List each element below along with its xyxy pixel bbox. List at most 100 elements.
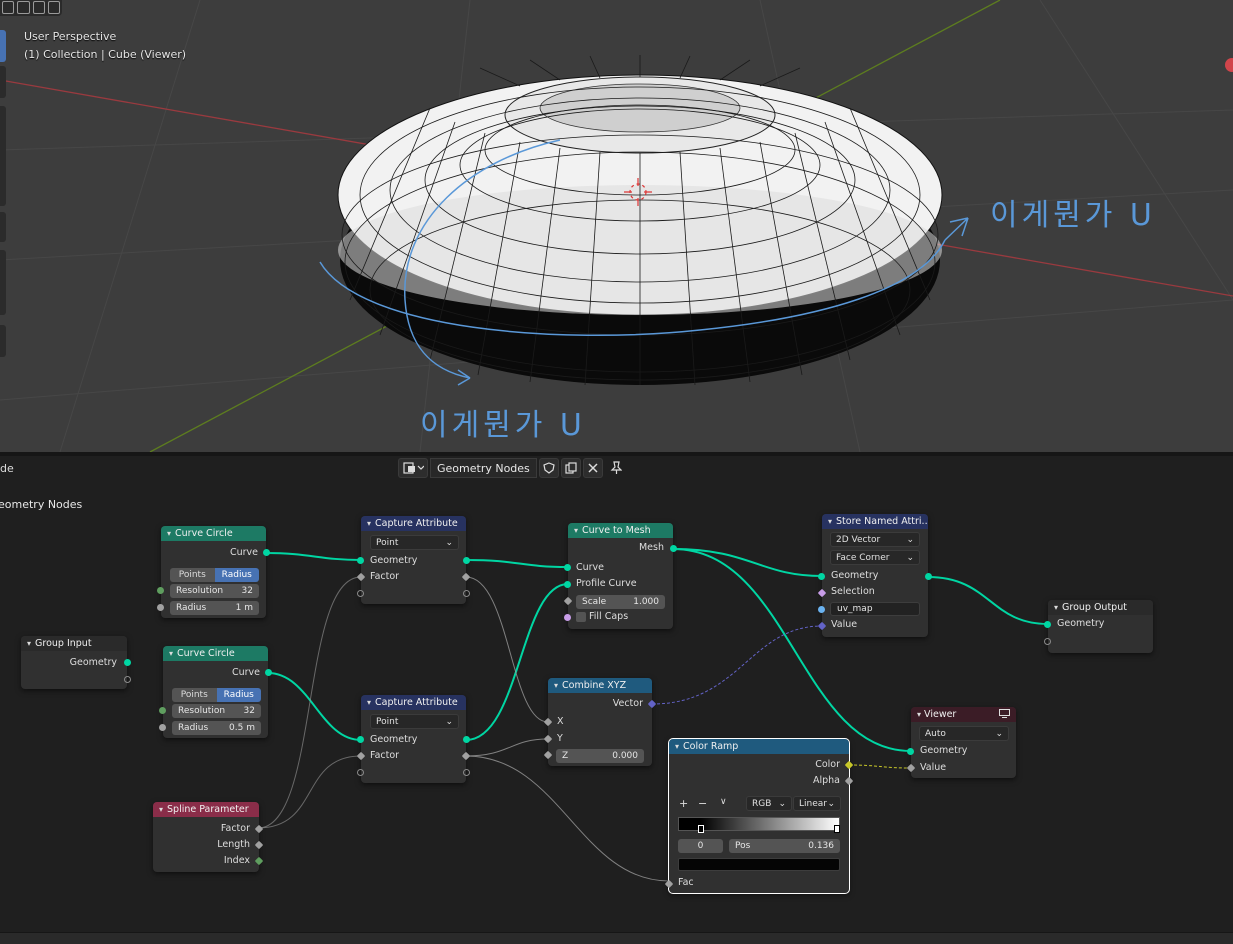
node-header[interactable]: ▾ Curve Circle (163, 646, 268, 661)
left-tool-tab[interactable] (0, 325, 6, 357)
output-socket-geometry[interactable] (463, 736, 470, 743)
node-spline-parameter[interactable]: ▾ Spline Parameter Factor Length Index (153, 802, 264, 872)
node-capture-attribute[interactable]: ▾ Capture Attribute Point ⌄ Geometry Facto… (356, 695, 471, 783)
mode-toggle[interactable]: Points Radius (170, 568, 259, 582)
output-socket-geometry[interactable] (925, 573, 932, 580)
domain-dropdown[interactable]: Face Corner ⌄ (830, 550, 920, 565)
z-field[interactable]: Z 0.000 (556, 749, 644, 763)
3d-viewport[interactable]: User Perspective (1) Collection | Cube (… (0, 0, 1233, 452)
node-title: Capture Attribute (375, 518, 458, 529)
mode-radius-button[interactable]: Radius (216, 688, 261, 702)
node-header[interactable]: ▾ Spline Parameter (153, 802, 259, 817)
mode-toggle[interactable]: Points Radius (172, 688, 261, 702)
input-socket-resolution[interactable] (159, 707, 166, 714)
node-color-ramp[interactable]: ▾ Color Ramp Color Alpha + − ∨ RGB ⌄ Linea… (664, 738, 854, 894)
input-socket-profile-curve[interactable] (564, 581, 571, 588)
input-socket-resolution[interactable] (157, 587, 164, 594)
ramp-stop-black[interactable] (698, 825, 704, 833)
node-header[interactable]: ▾ Viewer (911, 707, 1016, 722)
fill-caps-checkbox[interactable] (576, 612, 586, 622)
node-group-output[interactable]: ▾ Group Output Geometry (1044, 600, 1153, 653)
input-socket-name[interactable] (818, 606, 825, 613)
node-curve-to-mesh[interactable]: ▾ Curve to Mesh Mesh Curve Profile Curve … (563, 523, 677, 629)
node-capture-attribute[interactable]: ▾ Capture Attribute Point ⌄ Geometry Facto… (356, 516, 471, 604)
input-socket-radius[interactable] (157, 604, 164, 611)
viewport-toolbar[interactable] (0, 0, 62, 16)
domain-dropdown[interactable]: Point ⌄ (370, 714, 459, 729)
data-type-dropdown[interactable]: 2D Vector ⌄ (830, 532, 920, 547)
node-group-input[interactable]: ▾ Group Input Geometry (21, 636, 131, 689)
resolution-field[interactable]: Resolution 32 (172, 704, 261, 718)
mode-points-button[interactable]: Points (170, 568, 215, 582)
fill-caps-label: Fill Caps (589, 611, 629, 622)
input-socket-fill-caps[interactable] (564, 614, 571, 621)
node-header[interactable]: ▾ Curve to Mesh (568, 523, 673, 538)
input-socket-empty[interactable] (357, 769, 364, 776)
resolution-field[interactable]: Resolution 32 (170, 584, 259, 598)
node-header[interactable]: ▾ Combine XYZ (548, 678, 652, 693)
input-socket-empty[interactable] (357, 590, 364, 597)
node-curve-circle[interactable]: ▾ Curve Circle Curve Points Radius Resolu… (159, 646, 272, 738)
left-tool-tab-active[interactable] (0, 30, 6, 62)
input-socket-curve[interactable] (564, 564, 571, 571)
shield-icon[interactable] (538, 458, 559, 478)
input-socket-geometry[interactable] (1044, 621, 1051, 628)
node-header[interactable]: ▾ Color Ramp (669, 739, 849, 754)
add-stop-button[interactable]: + (679, 797, 688, 810)
node-combine-xyz[interactable]: ▾ Combine XYZ Vector X Y Z 0.000 (543, 678, 657, 766)
input-socket-geometry[interactable] (818, 573, 825, 580)
node-header[interactable]: ▾ Store Named Attri... (822, 514, 928, 529)
navigation-gizmo-x[interactable] (1225, 58, 1233, 72)
mode-radius-button[interactable]: Radius (214, 568, 259, 582)
input-value-label: Value (831, 619, 858, 630)
left-tool-tab[interactable] (0, 66, 6, 98)
input-socket-radius[interactable] (159, 724, 166, 731)
input-socket-geometry[interactable] (357, 736, 364, 743)
output-socket-empty[interactable] (463, 590, 470, 597)
pin-icon[interactable] (605, 458, 627, 478)
node-tree-name[interactable]: Geometry Nodes (430, 458, 537, 478)
radius-field[interactable]: Radius 0.5 m (172, 721, 261, 735)
output-socket-curve[interactable] (263, 549, 270, 556)
remove-stop-button[interactable]: − (698, 797, 707, 810)
attribute-name-field[interactable]: uv_map (830, 602, 920, 616)
output-socket-empty[interactable] (463, 769, 470, 776)
copy-icon[interactable] (560, 458, 581, 478)
mode-points-button[interactable]: Points (172, 688, 217, 702)
ramp-stop-white[interactable] (834, 825, 840, 833)
left-tool-tab[interactable] (0, 106, 6, 206)
node-editor[interactable]: de Geometry Nodes eometry Nodes ▾ Group I… (0, 456, 1233, 944)
stop-color-swatch[interactable] (678, 858, 840, 871)
domain-dropdown[interactable]: Point ⌄ (370, 535, 459, 550)
node-header[interactable]: ▾ Capture Attribute (361, 516, 466, 531)
input-socket-geometry[interactable] (357, 557, 364, 564)
input-socket-empty[interactable] (1044, 638, 1051, 645)
node-editor-icon[interactable] (398, 458, 428, 478)
color-mode-dropdown[interactable]: RGB ⌄ (746, 796, 792, 811)
node-header[interactable]: ▾ Capture Attribute (361, 695, 466, 710)
node-curve-circle[interactable]: ▾ Curve Circle Curve Points Radius Resolu… (157, 526, 270, 618)
left-tool-tab[interactable] (0, 250, 6, 315)
stop-position-field[interactable]: Pos 0.136 (729, 839, 840, 853)
left-tool-tab[interactable] (0, 212, 6, 242)
domain-dropdown[interactable]: Auto ⌄ (919, 726, 1009, 741)
node-store-named-attribute[interactable]: ▾ Store Named Attri... 2D Vector ⌄ Face Co… (817, 514, 932, 637)
node-header[interactable]: ▾ Group Input (21, 636, 127, 651)
output-socket-curve[interactable] (265, 669, 272, 676)
interpolation-dropdown[interactable]: Linear ⌄ (793, 796, 841, 811)
output-socket-mesh[interactable] (670, 545, 677, 552)
editor-mode-label[interactable]: de (0, 462, 14, 475)
node-header[interactable]: ▾ Group Output (1048, 600, 1153, 615)
output-socket-geometry[interactable] (463, 557, 470, 564)
active-stop-index[interactable]: 0 (678, 839, 723, 853)
radius-field[interactable]: Radius 1 m (170, 601, 259, 615)
input-socket-geometry[interactable] (907, 748, 914, 755)
output-socket-empty[interactable] (124, 676, 131, 683)
ramp-menu-button[interactable]: ∨ (720, 797, 727, 807)
close-icon[interactable] (582, 458, 603, 478)
node-header[interactable]: ▾ Curve Circle (161, 526, 266, 541)
node-viewer[interactable]: ▾ Viewer Auto ⌄ Geometry Value (906, 707, 1016, 778)
output-socket-geometry[interactable] (124, 659, 131, 666)
scale-field[interactable]: Scale 1.000 (576, 595, 665, 609)
monitor-icon[interactable] (999, 708, 1010, 721)
